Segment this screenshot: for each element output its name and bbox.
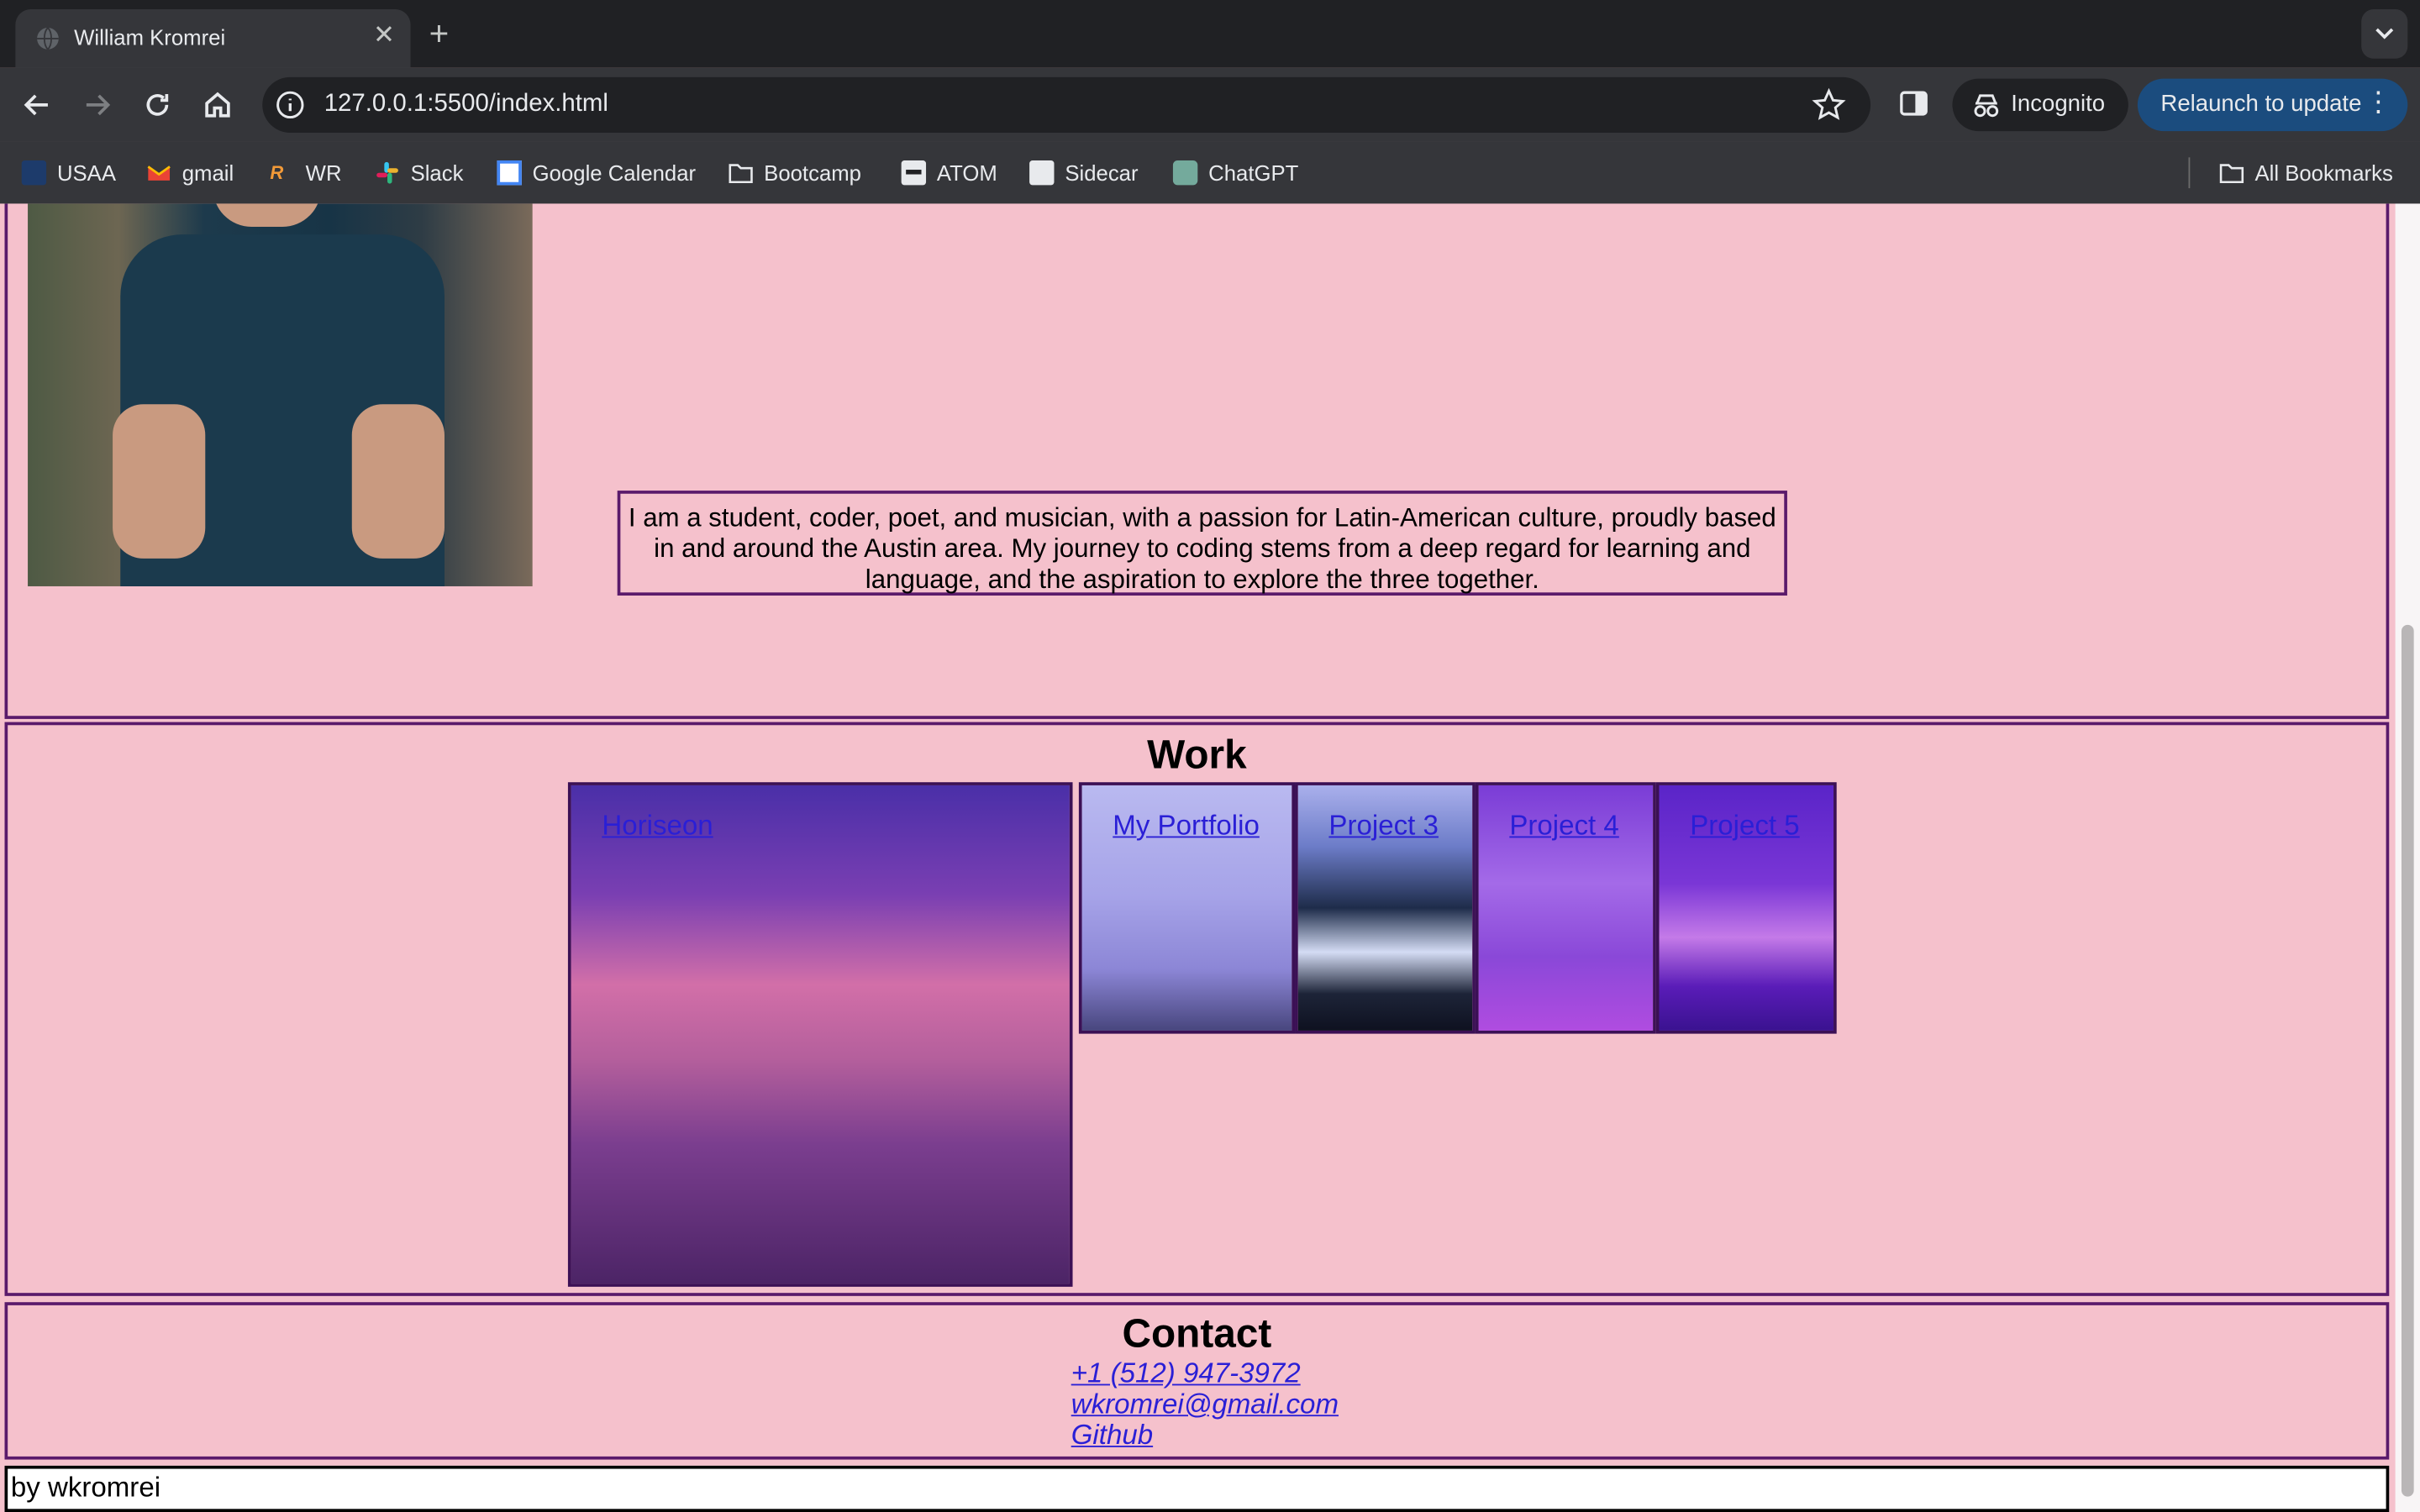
bookmark-star-icon[interactable] xyxy=(1812,87,1846,122)
profile-photo xyxy=(28,203,533,586)
scrollbar-thumb[interactable] xyxy=(2401,624,2414,1497)
project-link-project-3[interactable]: Project 3 xyxy=(1328,810,1438,843)
all-bookmarks-label: All Bookmarks xyxy=(2254,160,2393,186)
bookmark-label: Sidecar xyxy=(1065,160,1139,186)
bookmark-atom[interactable]: ATOM xyxy=(901,157,997,188)
bio-text: I am a student, coder, poet, and musicia… xyxy=(617,491,1787,596)
gmail-icon xyxy=(147,165,171,181)
project-card-4[interactable]: Project 4 xyxy=(1475,782,1656,1034)
tab-title: William Kromrei xyxy=(74,24,226,50)
chatgpt-icon xyxy=(1172,160,1198,186)
contact-heading: Contact xyxy=(1122,1310,1272,1357)
forward-icon[interactable] xyxy=(79,87,116,123)
calendar-icon xyxy=(497,160,522,186)
bookmark-label: USAA xyxy=(56,160,116,186)
new-tab-button[interactable]: + xyxy=(429,14,450,55)
slack-icon xyxy=(376,161,398,184)
sidecar-icon xyxy=(1029,160,1055,186)
footer: by wkromrei xyxy=(4,1465,2390,1512)
work-heading: Work xyxy=(1147,731,1247,778)
bookmark-slack[interactable]: Slack xyxy=(375,157,463,188)
bookmark-wr[interactable]: R WR xyxy=(270,157,341,188)
atom-icon xyxy=(901,160,927,186)
browser-tab[interactable]: William Kromrei ✕ xyxy=(15,9,411,68)
globe-icon xyxy=(37,27,59,50)
email-link[interactable]: wkromrei@gmail.com xyxy=(1071,1389,1339,1421)
chevron-down-icon xyxy=(2375,28,2394,39)
bookmark-label: Google Calendar xyxy=(532,160,697,186)
contact-section: Contact +1 (512) 947-3972 wkromrei@gmail… xyxy=(4,1302,2390,1460)
photo-face xyxy=(213,203,322,228)
bookmark-usaa[interactable]: USAA xyxy=(21,157,116,188)
project-card-horiseon[interactable]: Horiseon xyxy=(567,782,1073,1287)
url-text[interactable]: 127.0.0.1:5500/index.html xyxy=(324,91,608,118)
bookmark-label: gmail xyxy=(182,160,234,186)
menu-dots-icon[interactable]: ⋮ xyxy=(2365,87,2392,119)
photo-arm xyxy=(113,404,206,559)
close-tab-icon[interactable]: ✕ xyxy=(373,20,395,51)
all-bookmarks[interactable]: All Bookmarks xyxy=(2219,157,2393,188)
bookmark-sidecar[interactable]: Sidecar xyxy=(1029,157,1139,188)
bookmark-label: Bootcamp xyxy=(764,160,861,186)
incognito-label: Incognito xyxy=(2011,91,2106,118)
bookmark-bootcamp[interactable]: Bootcamp xyxy=(729,157,861,188)
github-link[interactable]: Github xyxy=(1071,1420,1153,1452)
project-link-portfolio[interactable]: My Portfolio xyxy=(1113,810,1260,843)
project-card-3[interactable]: Project 3 xyxy=(1295,782,1476,1034)
relaunch-button[interactable]: Relaunch to update ⋮ xyxy=(2137,78,2408,132)
back-icon[interactable] xyxy=(18,87,55,123)
project-link-project-5[interactable]: Project 5 xyxy=(1690,810,1799,843)
bookmark-label: WR xyxy=(305,160,342,186)
incognito-badge[interactable]: Incognito xyxy=(1952,78,2128,132)
bookmarks-divider xyxy=(2188,157,2191,189)
bookmark-label: ChatGPT xyxy=(1208,160,1299,186)
bookmark-chatgpt[interactable]: ChatGPT xyxy=(1172,157,1299,188)
incognito-icon xyxy=(1974,94,1999,118)
project-card-5[interactable]: Project 5 xyxy=(1655,782,1837,1034)
bookmark-label: ATOM xyxy=(936,160,997,186)
browser-toolbar: 127.0.0.1:5500/index.html Incognito Rela… xyxy=(0,67,2420,142)
side-panel-icon[interactable] xyxy=(1898,88,1929,119)
about-section: I am a student, coder, poet, and musicia… xyxy=(4,203,2390,719)
site-info-icon[interactable] xyxy=(275,90,306,121)
page: William Kromrei ✕ + 127.0.0.1:5500/index… xyxy=(0,0,2420,1512)
project-link-horiseon[interactable]: Horiseon xyxy=(602,810,713,843)
footer-text: by wkromrei xyxy=(10,1472,161,1503)
home-icon[interactable] xyxy=(199,87,236,123)
work-section: Work Horiseon My Portfolio Project 3 Pro… xyxy=(4,722,2390,1296)
bookmark-google-calendar[interactable]: Google Calendar xyxy=(497,157,696,188)
wr-icon: R xyxy=(270,161,284,184)
relaunch-label: Relaunch to update xyxy=(2160,91,2362,118)
project-link-project-4[interactable]: Project 4 xyxy=(1509,810,1618,843)
page-viewport: I am a student, coder, poet, and musicia… xyxy=(0,203,2396,1512)
project-card-portfolio[interactable]: My Portfolio xyxy=(1078,782,1296,1034)
reload-icon[interactable] xyxy=(139,87,176,123)
tab-search-button[interactable] xyxy=(2361,9,2408,59)
folder-icon xyxy=(2219,164,2244,184)
photo-arm xyxy=(351,404,445,559)
bookmark-label: Slack xyxy=(410,160,464,186)
folder-icon xyxy=(729,164,753,184)
bookmarks-bar: USAA gmail R WR Slack Google Calendar Bo… xyxy=(0,141,2420,204)
address-bar[interactable]: 127.0.0.1:5500/index.html xyxy=(262,76,1871,133)
tab-bar: William Kromrei ✕ + xyxy=(0,0,2420,68)
phone-link[interactable]: +1 (512) 947-3972 xyxy=(1071,1357,1301,1390)
usaa-icon xyxy=(21,160,47,186)
bookmark-gmail[interactable]: gmail xyxy=(146,157,234,188)
